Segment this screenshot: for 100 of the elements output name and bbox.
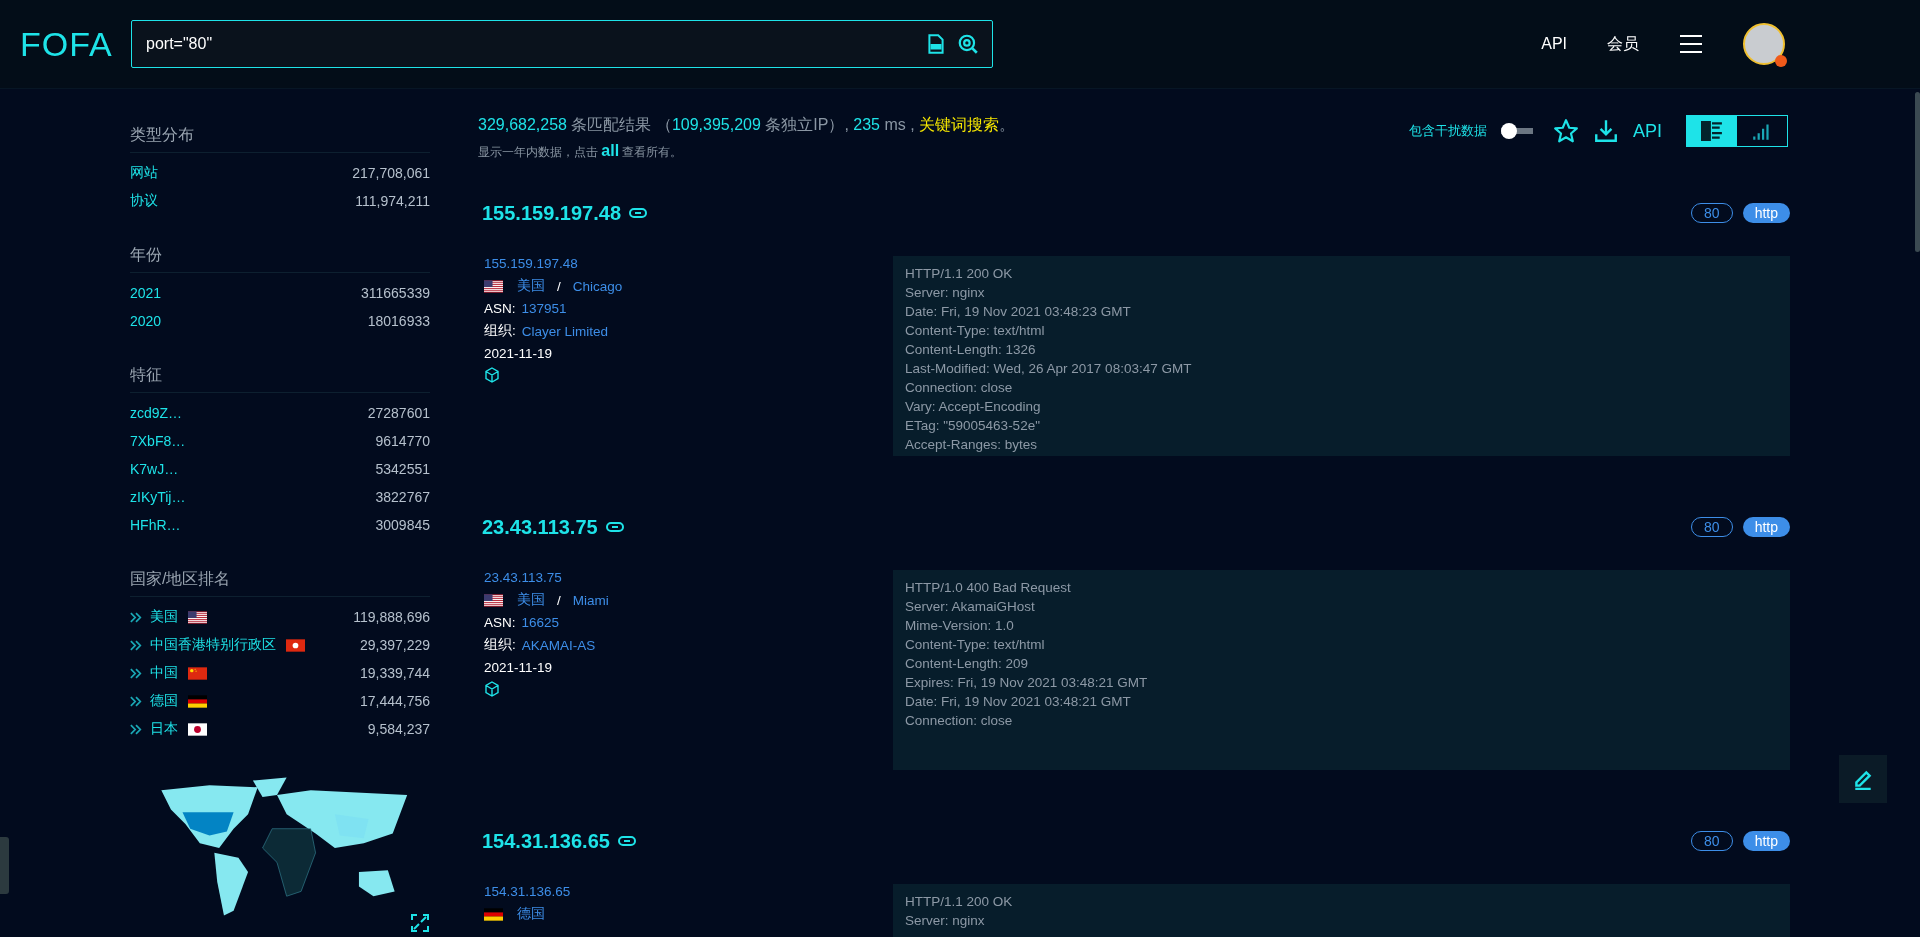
summary-text: 条独立IP）,: [764, 116, 849, 133]
link-icon[interactable]: [629, 208, 648, 218]
banner-line: HTTP/1.1 200 OK: [905, 893, 1014, 911]
result-count: 235: [852, 116, 880, 133]
filter-link[interactable]: HFhR…: [130, 517, 181, 533]
filter-link[interactable]: 2020: [130, 313, 162, 329]
banner-line: Content-Length: 1326: [905, 341, 1037, 359]
city-link[interactable]: Chicago: [572, 278, 623, 294]
flag-icon: [286, 638, 305, 652]
section-title: 国家/地区排名: [130, 569, 430, 597]
banner-line: Server: AkamaiGHost: [905, 598, 1036, 616]
pencil-icon: [1852, 768, 1874, 790]
asn-link[interactable]: 16625: [521, 615, 560, 630]
banner-line: HTTP/1.1 200 OK: [905, 265, 1014, 283]
document-icon[interactable]: [925, 33, 947, 55]
count: 217,708,061: [352, 165, 430, 181]
filter-link[interactable]: K7wJ…: [130, 461, 179, 477]
avatar[interactable]: [1743, 23, 1785, 65]
asn-link[interactable]: 137951: [521, 301, 567, 316]
flag-icon: [188, 694, 207, 708]
date: 2021-11-19: [484, 346, 554, 361]
search-mode: 关键词搜索: [918, 116, 1000, 133]
filter-link[interactable]: zIKyTij…: [130, 489, 186, 505]
logo[interactable]: FOFA: [20, 24, 131, 64]
banner-line: ETag: "59005463-52e": [905, 417, 1041, 435]
filter-link[interactable]: 2021: [130, 285, 162, 301]
date: 2021-11-19: [484, 660, 554, 675]
download-icon[interactable]: [1593, 118, 1619, 144]
ip-title[interactable]: 23.43.113.75: [482, 515, 598, 539]
ip-title[interactable]: 154.31.136.65: [482, 829, 610, 853]
section-title: 年份: [130, 245, 430, 273]
count: 19,339,744: [359, 665, 430, 681]
chevron-icon: [130, 723, 142, 735]
filter-link[interactable]: 协议: [130, 192, 158, 210]
org-label: 组织:: [484, 636, 516, 654]
cube-icon[interactable]: [484, 681, 500, 697]
api-link[interactable]: API: [1633, 120, 1662, 142]
search-field[interactable]: port="80": [131, 20, 993, 68]
badge-icon: [1775, 55, 1787, 67]
banner-line: HTTP/1.0 400 Bad Request: [905, 579, 1072, 597]
summary-text: ms ,: [883, 116, 915, 133]
banner-line: Connection: close: [905, 712, 1014, 730]
country-link[interactable]: 德国: [517, 905, 545, 923]
side-handle[interactable]: [0, 837, 9, 894]
country-link[interactable]: 美国: [517, 591, 545, 609]
separator: /: [557, 278, 561, 294]
ip-title[interactable]: 155.159.197.48: [482, 201, 622, 225]
org-link[interactable]: Clayer Limited: [521, 323, 609, 339]
host-link[interactable]: 23.43.113.75: [484, 570, 893, 585]
link-icon[interactable]: [617, 836, 636, 846]
note-text: 显示一年内数据，点击: [478, 145, 599, 159]
chevron-icon: [130, 667, 142, 679]
filter-link[interactable]: 德国: [150, 692, 178, 710]
filter-link[interactable]: 网站: [130, 164, 158, 182]
banner-line: Date: Fri, 19 Nov 2021 03:48:21 GMT: [905, 693, 1132, 711]
nav-link[interactable]: 会员: [1607, 33, 1639, 55]
link-icon[interactable]: [605, 522, 624, 532]
star-icon[interactable]: [1553, 118, 1579, 144]
banner-line: Accept-Ranges: bytes: [905, 436, 1039, 454]
filter-link[interactable]: 日本: [150, 720, 178, 738]
flag-icon: [484, 279, 503, 293]
flag-icon: [188, 666, 207, 680]
asn-label: ASN:: [484, 301, 516, 316]
scrollbar[interactable]: [1915, 92, 1920, 252]
banner-line: Content-Length: 209: [905, 655, 1030, 673]
nav-link[interactable]: API: [1541, 35, 1567, 53]
count: 9614770: [375, 433, 430, 449]
chevron-icon: [130, 639, 142, 651]
org-link[interactable]: AKAMAI-AS: [521, 637, 596, 653]
host-link[interactable]: 154.31.136.65: [484, 884, 893, 899]
banner-line: Expires: Fri, 19 Nov 2021 03:48:21 GMT: [905, 674, 1149, 692]
banner-line: Content-Type: text/html: [905, 322, 1046, 340]
menu-icon[interactable]: [1679, 34, 1703, 54]
filter-link[interactable]: 中国: [150, 664, 178, 682]
asn-label: ASN:: [484, 615, 516, 630]
count: 17,444,756: [359, 693, 430, 709]
country-link[interactable]: 美国: [517, 277, 545, 295]
banner-line: Last-Modified: Wed, 26 Apr 2017 08:03:47 GMT: [905, 360, 1193, 378]
filter-link[interactable]: zcd9Z…: [130, 405, 183, 421]
chevron-icon: [130, 695, 142, 707]
summary-text: 。: [999, 116, 1016, 133]
expand-icon[interactable]: [410, 913, 430, 933]
city-link[interactable]: Miami: [572, 592, 609, 608]
list-icon: [1701, 121, 1723, 141]
view-toggle[interactable]: [1687, 116, 1737, 146]
count: 18016933: [367, 313, 430, 329]
edit-button[interactable]: [1839, 755, 1887, 803]
banner-line: Content-Type: text/html: [905, 636, 1046, 654]
show-all-link[interactable]: all: [601, 142, 620, 159]
count: 311665339: [360, 285, 430, 301]
host-link[interactable]: 155.159.197.48: [484, 256, 893, 271]
filter-link[interactable]: 美国: [150, 608, 178, 626]
search-icon[interactable]: [957, 33, 979, 55]
cube-icon[interactable]: [484, 367, 500, 383]
filter-link[interactable]: 7XbF8…: [130, 433, 186, 449]
count: 3822767: [375, 489, 430, 505]
banner-line: Connection: close: [905, 379, 1014, 397]
filter-link[interactable]: 中国香港特别行政区: [150, 636, 276, 654]
org-label: 组织:: [484, 322, 516, 340]
banner-line: Vary: Accept-Encoding: [905, 398, 1042, 416]
